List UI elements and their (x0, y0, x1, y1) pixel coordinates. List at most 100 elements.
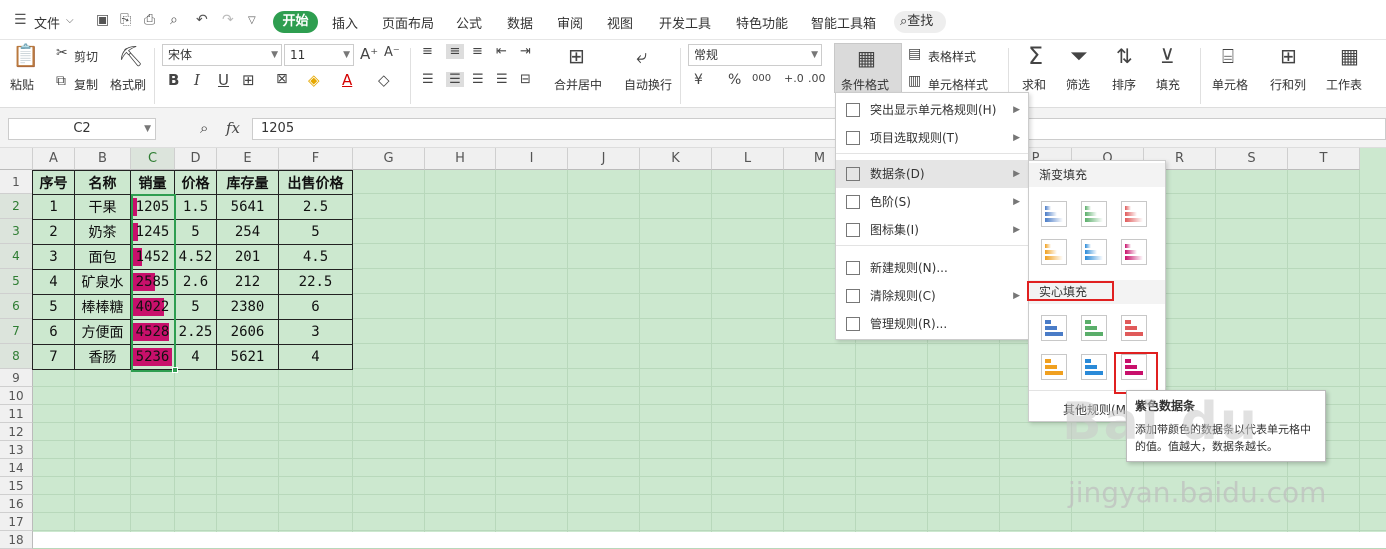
row-header[interactable]: 14 (0, 459, 33, 477)
table-cell[interactable]: 4.52 (174, 244, 217, 270)
align-right-icon[interactable]: ☰ (472, 72, 484, 87)
row-header[interactable]: 1 (0, 170, 33, 194)
underline-button[interactable]: U (218, 71, 229, 89)
worksheet-button[interactable]: 工作表 (1326, 76, 1362, 93)
decrease-decimal-icon[interactable]: .00 (808, 72, 826, 85)
row-header[interactable]: 10 (0, 387, 33, 405)
print-icon[interactable]: ⎙ (144, 12, 155, 28)
align-top-icon[interactable]: ≡ (422, 44, 433, 59)
thousands-button[interactable]: 000 (752, 73, 771, 84)
align-left-icon[interactable]: ☰ (422, 72, 434, 87)
table-cell[interactable]: 2380 (216, 294, 279, 320)
table-cell[interactable]: 棒棒糖 (74, 294, 131, 320)
table-cell[interactable]: 6 (32, 319, 75, 345)
color-scale-item[interactable]: 色阶(S) ▶ (836, 188, 1028, 216)
print-preview-icon[interactable]: ⌕ (170, 12, 178, 28)
row-header[interactable]: 12 (0, 423, 33, 441)
fill-icon[interactable]: ⊻ (1160, 44, 1175, 68)
align-middle-icon[interactable]: ≡ (446, 44, 464, 59)
solid-databar-option[interactable] (1081, 354, 1107, 380)
column-header[interactable]: T (1288, 148, 1360, 170)
gradient-databar-option[interactable] (1081, 201, 1107, 227)
row-header[interactable]: 9 (0, 369, 33, 387)
table-cell[interactable]: 5641 (216, 194, 279, 220)
search-box[interactable]: ⌕查找 (894, 11, 946, 33)
align-center-icon[interactable]: ☰ (446, 72, 464, 87)
justify-icon[interactable]: ☰ (496, 72, 508, 87)
save-icon[interactable]: ▣ (96, 12, 109, 28)
undo-icon[interactable]: ↶ (196, 12, 208, 28)
table-cell[interactable]: 香肠 (74, 344, 131, 370)
table-cell[interactable]: 干果 (74, 194, 131, 220)
table-cell[interactable]: 1452 (130, 244, 175, 270)
border-icon[interactable]: ⊞ (242, 71, 255, 89)
tab-start[interactable]: 开始 (273, 11, 318, 33)
fill-button[interactable]: 填充 (1156, 76, 1180, 93)
table-cell[interactable]: 奶茶 (74, 219, 131, 245)
sort-button[interactable]: 排序 (1112, 76, 1136, 93)
tab-smart-toolbox[interactable]: 智能工具箱 (811, 13, 876, 32)
row-col-button[interactable]: 行和列 (1270, 76, 1306, 93)
wrap-icon[interactable]: ⤶ (636, 44, 647, 68)
table-cell[interactable]: 22.5 (278, 269, 353, 295)
row-header[interactable]: 3 (0, 219, 33, 244)
column-header[interactable]: B (75, 148, 131, 170)
gradient-databar-option[interactable] (1041, 201, 1067, 227)
distribute-icon[interactable]: ⊟ (520, 72, 531, 87)
table-cell[interactable]: 212 (216, 269, 279, 295)
sum-button[interactable]: 求和 (1022, 76, 1046, 93)
table-cell[interactable]: 2.5 (278, 194, 353, 220)
table-cell[interactable]: 4022 (130, 294, 175, 320)
table-cell[interactable]: 5 (32, 294, 75, 320)
copy-icon[interactable]: ⧉ (56, 73, 66, 89)
clear-format-icon[interactable]: ◇ (378, 71, 390, 89)
tab-features[interactable]: 特色功能 (736, 13, 788, 32)
table-cell[interactable]: 3 (278, 319, 353, 345)
solid-databar-option[interactable] (1081, 315, 1107, 341)
table-cell[interactable]: 5236 (130, 344, 175, 370)
tab-data[interactable]: 数据 (507, 13, 533, 32)
row-col-icon[interactable]: ⊞ (1280, 44, 1297, 68)
table-cell[interactable]: 1245 (130, 219, 175, 245)
table-cell[interactable]: 4 (32, 269, 75, 295)
row-header[interactable]: 8 (0, 344, 33, 369)
format-painter-button[interactable]: 格式刷 (110, 76, 146, 93)
row-header[interactable]: 18 (0, 531, 33, 549)
gradient-databar-option[interactable] (1081, 239, 1107, 265)
table-cell[interactable]: 方便面 (74, 319, 131, 345)
table-cell[interactable]: 2.6 (174, 269, 217, 295)
name-box[interactable]: C2 ▼ (8, 118, 156, 140)
font-name-select[interactable]: 宋体 ▼ (162, 44, 282, 66)
currency-button[interactable]: ¥ (694, 72, 703, 88)
percent-button[interactable]: % (728, 72, 741, 88)
cross-border-icon[interactable]: ⊠ (276, 71, 288, 87)
tab-insert[interactable]: 插入 (332, 13, 358, 32)
clear-rules-item[interactable]: 清除规则(C) ▶ (836, 282, 1028, 310)
table-cell[interactable]: 4528 (130, 319, 175, 345)
databar-item[interactable]: 数据条(D) ▶ (836, 160, 1028, 188)
customize-icon[interactable]: ▽ (248, 15, 256, 26)
solid-databar-option[interactable] (1121, 315, 1147, 341)
table-cell[interactable]: 1205 (130, 194, 175, 220)
column-header[interactable]: S (1216, 148, 1288, 170)
table-cell[interactable]: 矿泉水 (74, 269, 131, 295)
increase-decimal-icon[interactable]: +.0 (784, 72, 804, 85)
chevron-down-icon[interactable]: ⌵ (66, 15, 74, 26)
column-header[interactable]: F (279, 148, 353, 170)
conditional-format-button[interactable]: ▦ 条件格式 (834, 43, 902, 93)
table-cell[interactable]: 5 (174, 219, 217, 245)
table-cell[interactable]: 2585 (130, 269, 175, 295)
brush-icon[interactable]: ⛏ (118, 44, 143, 68)
manage-rules-item[interactable]: 管理规则(R)... (836, 310, 1028, 338)
formula-input[interactable]: 1205 (252, 118, 1386, 140)
highlight-rules-item[interactable]: 突出显示单元格规则(H) ▶ (836, 96, 1028, 124)
export-icon[interactable]: ⎘ (120, 12, 131, 28)
table-cell[interactable]: 2 (32, 219, 75, 245)
gradient-databar-option[interactable] (1041, 239, 1067, 265)
sort-icon[interactable]: ⇅ (1116, 44, 1133, 68)
wrap-text-button[interactable]: 自动换行 (624, 76, 672, 93)
tab-review[interactable]: 审阅 (557, 13, 583, 32)
cell-icon[interactable]: ⌸ (1222, 44, 1234, 68)
cell-style-button[interactable]: 单元格样式 (928, 76, 988, 93)
fx-button[interactable]: fx (226, 119, 240, 137)
